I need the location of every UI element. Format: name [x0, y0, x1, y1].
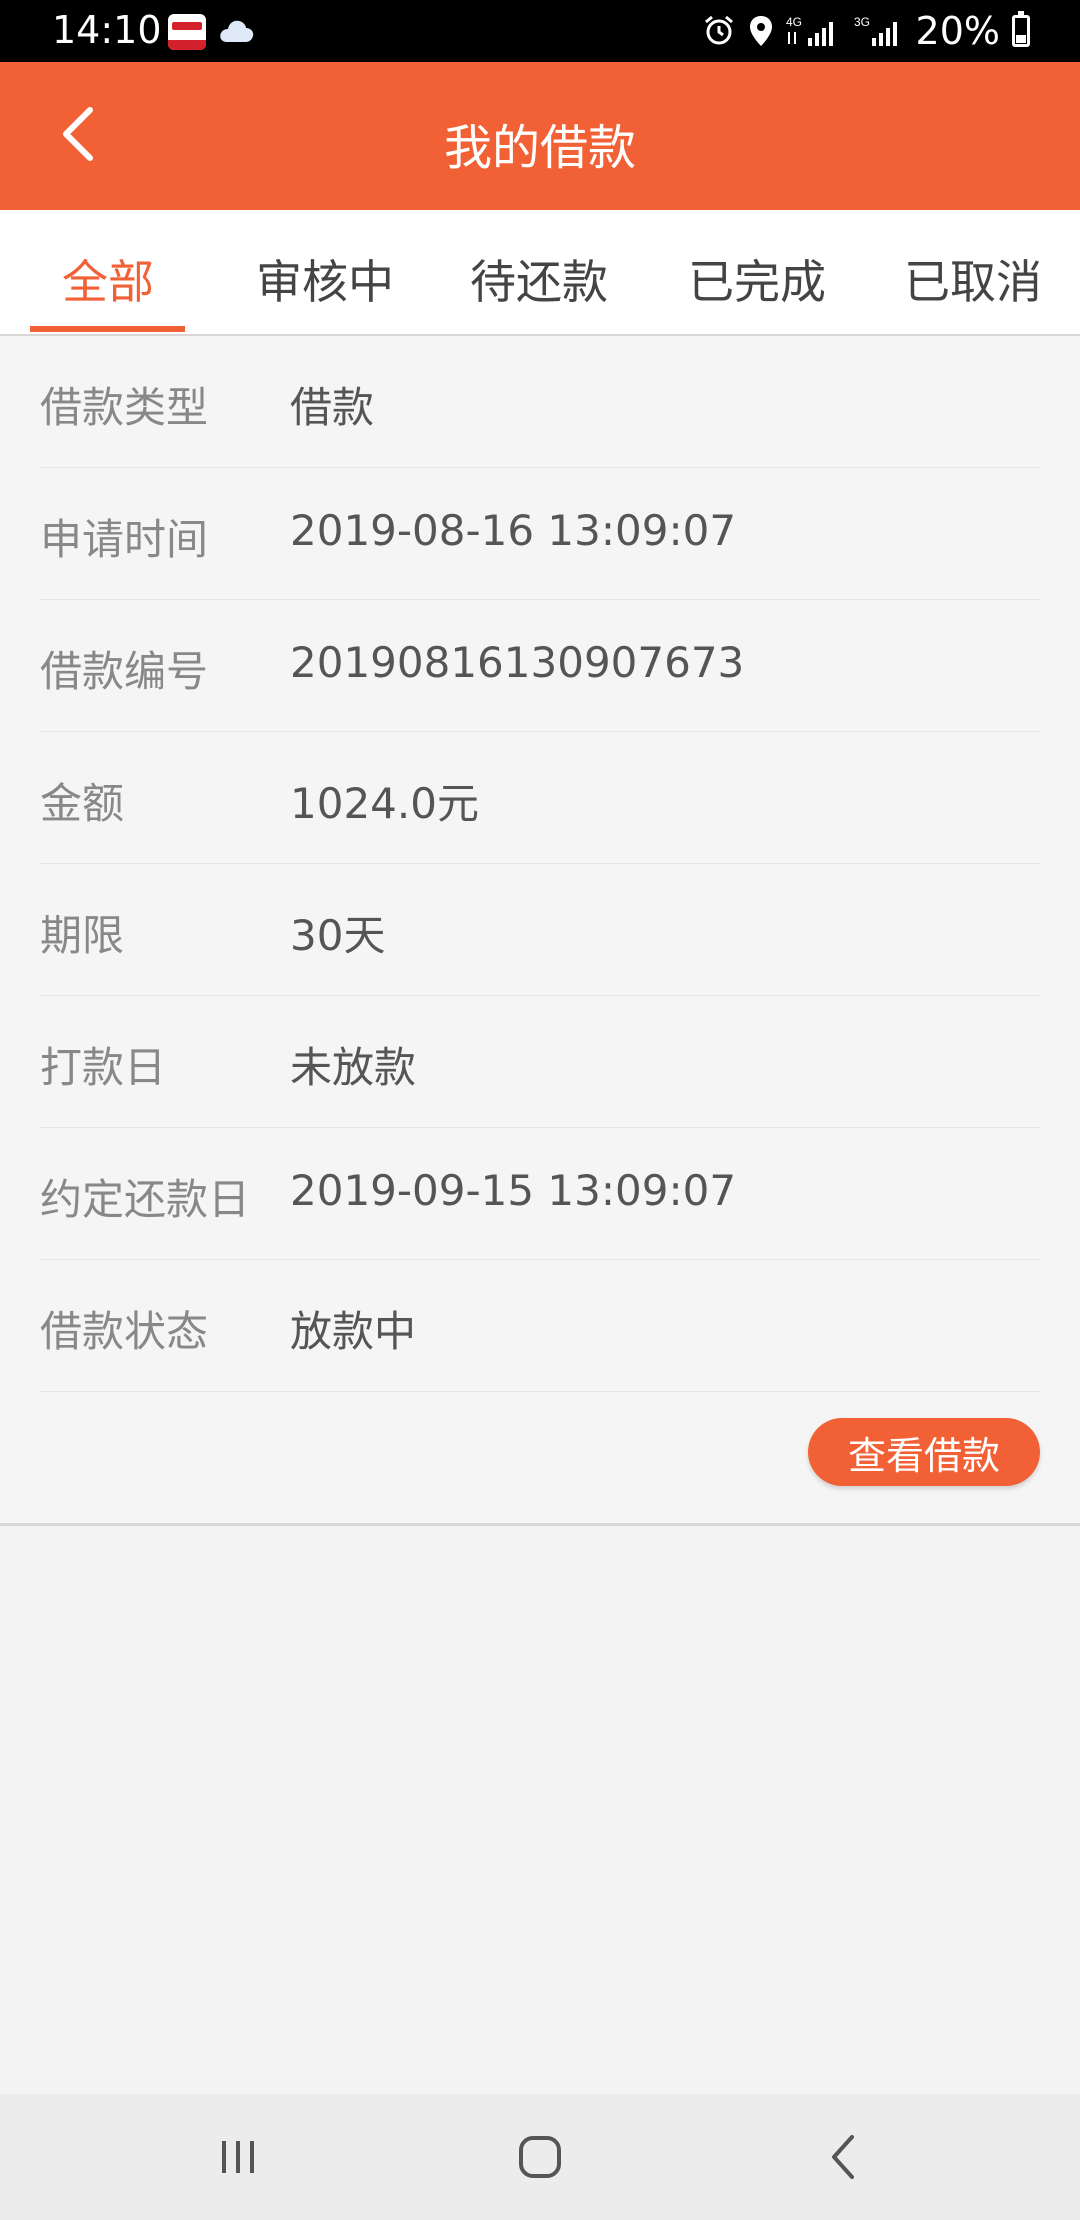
tab-all[interactable]: 全部	[62, 246, 154, 312]
tab-pending-repayment[interactable]: 待还款	[470, 246, 608, 312]
row-value: 2019-09-15 13:09:07	[290, 1166, 737, 1215]
tab-active-indicator	[30, 326, 185, 332]
row-label: 借款编号	[40, 647, 209, 696]
status-right-group: 4G 3G 20%	[702, 8, 1030, 54]
row-label: 打款日	[40, 1043, 167, 1092]
row-label: 申请时间	[40, 515, 209, 564]
loan-row-apply-time: 申请时间 2019-08-16 13:09:07	[40, 468, 1040, 600]
tab-completed[interactable]: 已完成	[688, 246, 826, 312]
tab-reviewing[interactable]: 审核中	[256, 246, 394, 312]
loan-row-number: 借款编号 20190816130907673	[40, 600, 1040, 732]
loan-row-due-date: 约定还款日 2019-09-15 13:09:07	[40, 1128, 1040, 1260]
svg-text:4G: 4G	[786, 15, 802, 29]
battery-percent: 20%	[915, 9, 1000, 53]
row-value: 放款中	[290, 1307, 417, 1356]
loan-row-amount: 金额 1024.0元	[40, 732, 1040, 864]
row-value: 1024.0元	[290, 779, 479, 828]
row-value: 2019-08-16 13:09:07	[290, 506, 737, 555]
back-icon	[832, 2135, 854, 2179]
system-nav-bar	[0, 2094, 1080, 2220]
status-time: 14:10	[52, 8, 162, 52]
nav-back-button[interactable]	[804, 2124, 884, 2190]
alarm-icon	[704, 15, 733, 45]
filter-tabs: 全部 审核中 待还款 已完成 已取消	[0, 210, 1080, 336]
app-notification-icon	[168, 14, 206, 50]
home-icon	[519, 2136, 561, 2178]
app-bar: 我的借款	[0, 62, 1080, 210]
home-button[interactable]	[500, 2124, 580, 2190]
page-title: 我的借款	[443, 120, 636, 176]
recent-apps-icon	[222, 2141, 254, 2173]
recent-apps-button[interactable]	[198, 2124, 278, 2190]
cloud-icon	[220, 20, 254, 42]
row-value: 借款	[290, 383, 375, 432]
loan-card: 借款类型 借款 申请时间 2019-08-16 13:09:07 借款编号 20…	[0, 336, 1080, 1526]
row-label: 期限	[40, 911, 125, 960]
tab-cancelled[interactable]: 已取消	[904, 246, 1042, 312]
loan-row-term: 期限 30天	[40, 864, 1040, 996]
status-bar: 14:10 4G 3G 20%	[0, 0, 1080, 62]
location-icon	[749, 16, 772, 46]
signal-3g-icon: 3G	[854, 15, 897, 46]
row-label: 借款类型	[40, 383, 209, 432]
row-value: 未放款	[290, 1043, 417, 1092]
battery-charging-icon	[1012, 11, 1030, 47]
row-value: 20190816130907673	[290, 638, 745, 687]
signal-4g-icon: 4G	[786, 15, 833, 46]
loan-row-payout-date: 打款日 未放款	[40, 996, 1040, 1128]
row-label: 约定还款日	[40, 1175, 251, 1224]
row-value: 30天	[290, 911, 386, 960]
loan-row-status: 借款状态 放款中	[40, 1260, 1040, 1392]
row-label: 金额	[40, 779, 125, 828]
row-label: 借款状态	[40, 1307, 209, 1356]
view-loan-button[interactable]: 查看借款	[808, 1418, 1040, 1486]
loan-row-type: 借款类型 借款	[40, 336, 1040, 468]
svg-text:3G: 3G	[854, 15, 870, 29]
